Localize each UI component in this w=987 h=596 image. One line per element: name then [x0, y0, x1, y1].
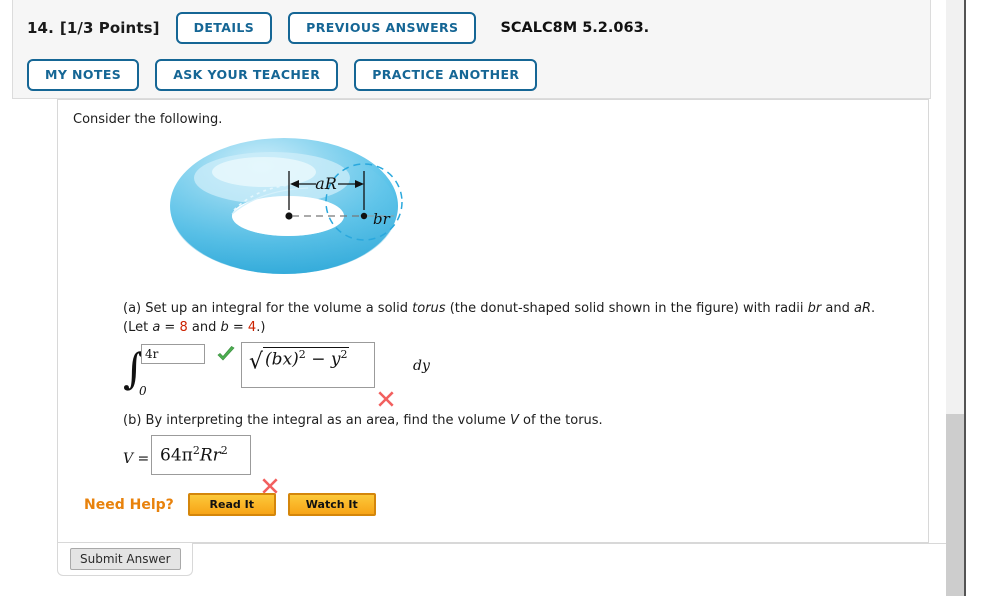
answer-coefficient: 64: [160, 445, 182, 466]
points-label: 14. [1/3 Points]: [27, 19, 160, 37]
watch-it-button[interactable]: Watch It: [287, 493, 376, 516]
volume-answer-input[interactable]: 64π2Rr2: [151, 434, 251, 475]
differential-label: dy: [413, 357, 430, 374]
incorrect-cross-icon-part-b: [262, 477, 278, 494]
radicand-open-paren: (: [265, 349, 272, 370]
question-number: 14.: [27, 19, 54, 37]
correct-check-icon: [217, 345, 235, 361]
let-a-value: 8: [179, 319, 188, 335]
scrollbar-thumb[interactable]: [946, 414, 964, 596]
volume-answer-value: 64π2Rr2: [160, 444, 228, 466]
header-row-secondary: MY NOTES ASK YOUR TEACHER PRACTICE ANOTH…: [13, 55, 930, 95]
part-b-v-symbol: V: [509, 412, 519, 428]
integral-upper-limit-input[interactable]: 4r: [141, 343, 205, 364]
volume-equals-label: V =: [123, 450, 150, 467]
radical-symbol: √: [249, 349, 264, 375]
part-a-prompt-text-2: (the donut-shaped solid shown in the fig…: [445, 301, 808, 316]
answer-R: R: [199, 445, 213, 466]
consider-text: Consider the following.: [73, 112, 223, 127]
part-a-answer-row: ∫ 0 4r √ (bx)2 − y2 dy: [123, 341, 923, 407]
torus-highlight-inner: [212, 157, 316, 187]
header-row-primary: 14. [1/3 Points] DETAILS PREVIOUS ANSWERS…: [13, 8, 930, 48]
answer-pi-exponent: 2: [192, 443, 200, 457]
radicand-b: b: [271, 349, 283, 370]
part-a-radii-1: br: [807, 301, 822, 316]
submit-answer-button[interactable]: Submit Answer: [70, 548, 181, 570]
question-code: SCALC8M 5.2.063.: [500, 20, 650, 36]
integrand-expression-value: √ (bx)2 − y2: [249, 346, 350, 375]
integral-group: ∫ 0 4r: [123, 342, 248, 402]
part-b-prompt-text-2: of the torus.: [518, 412, 603, 428]
my-notes-button[interactable]: MY NOTES: [27, 58, 140, 92]
part-a-prompt-text-4: .: [871, 301, 876, 316]
integrand-expression-input[interactable]: √ (bx)2 − y2: [241, 341, 375, 388]
part-a-torus-word: torus: [412, 301, 446, 316]
part-b-prompt-text-1: (b) By interpreting the integral as an a…: [123, 412, 510, 428]
radicand-exponent-1: 2: [298, 347, 306, 361]
part-a-prompt-text-1: (a) Set up an integral for the volume a …: [123, 301, 413, 316]
practice-another-button[interactable]: PRACTICE ANOTHER: [354, 58, 538, 92]
ask-your-teacher-button[interactable]: ASK YOUR TEACHER: [155, 58, 339, 92]
let-a-eq: =: [160, 319, 180, 335]
previous-answers-button[interactable]: PREVIOUS ANSWERS: [288, 11, 477, 45]
torus-illustration: aR br: [170, 138, 403, 274]
question-content-panel: Consider the following. aR br (a) Set up…: [57, 99, 929, 543]
question-header-panel: 14. [1/3 Points] DETAILS PREVIOUS ANSWERS…: [12, 0, 931, 99]
let-prefix: (Let: [123, 319, 153, 335]
radicand-close-paren: ): [292, 349, 299, 370]
question-body: (a) Set up an integral for the volume a …: [123, 300, 923, 494]
answer-pi: π: [181, 445, 193, 466]
part-b-answer-row: V = 64π2Rr2: [123, 433, 923, 494]
let-b-var: b: [220, 319, 229, 335]
let-suffix: .): [256, 319, 266, 335]
part-a-let-line: (Let a = 8 and b = 4.): [123, 319, 923, 338]
let-and: and: [187, 319, 221, 335]
page-root: 14. [1/3 Points] DETAILS PREVIOUS ANSWERS…: [0, 0, 987, 596]
need-help-label: Need Help?: [84, 496, 174, 513]
need-help-row: Need Help? Read It Watch It: [84, 493, 388, 516]
radicand-x: x: [282, 349, 293, 370]
answer-r-exponent: 2: [220, 443, 228, 457]
bottom-divider: [193, 543, 987, 544]
part-b-prompt: (b) By interpreting the integral as an a…: [123, 412, 923, 431]
radicand-exponent-2: 2: [340, 347, 348, 361]
major-radius-label: aR: [315, 174, 337, 193]
read-it-button[interactable]: Read It: [187, 493, 276, 516]
page-scrollbar[interactable]: [946, 0, 964, 596]
part-a-radii-2: aR: [854, 301, 871, 316]
right-margin: [966, 0, 987, 596]
answer-r: r: [212, 445, 221, 466]
tube-center-point: [360, 212, 368, 220]
torus-figure: aR br: [168, 128, 438, 288]
torus-center-point: [285, 212, 293, 220]
points-value: [1/3 Points]: [59, 19, 160, 37]
radicand: (bx)2 − y2: [263, 346, 350, 370]
minor-radius-label: br: [373, 210, 391, 228]
integral-lower-limit: 0: [139, 383, 147, 398]
radicand-minus: −: [305, 349, 331, 370]
part-a-prompt-text-3: and: [821, 301, 854, 316]
incorrect-cross-icon-part-a: [378, 391, 394, 407]
let-b-eq: =: [228, 319, 248, 335]
let-b-value: 4: [247, 319, 257, 335]
details-button[interactable]: DETAILS: [175, 11, 273, 45]
submit-panel: Submit Answer: [57, 543, 193, 576]
part-a-prompt: (a) Set up an integral for the volume a …: [123, 300, 923, 319]
